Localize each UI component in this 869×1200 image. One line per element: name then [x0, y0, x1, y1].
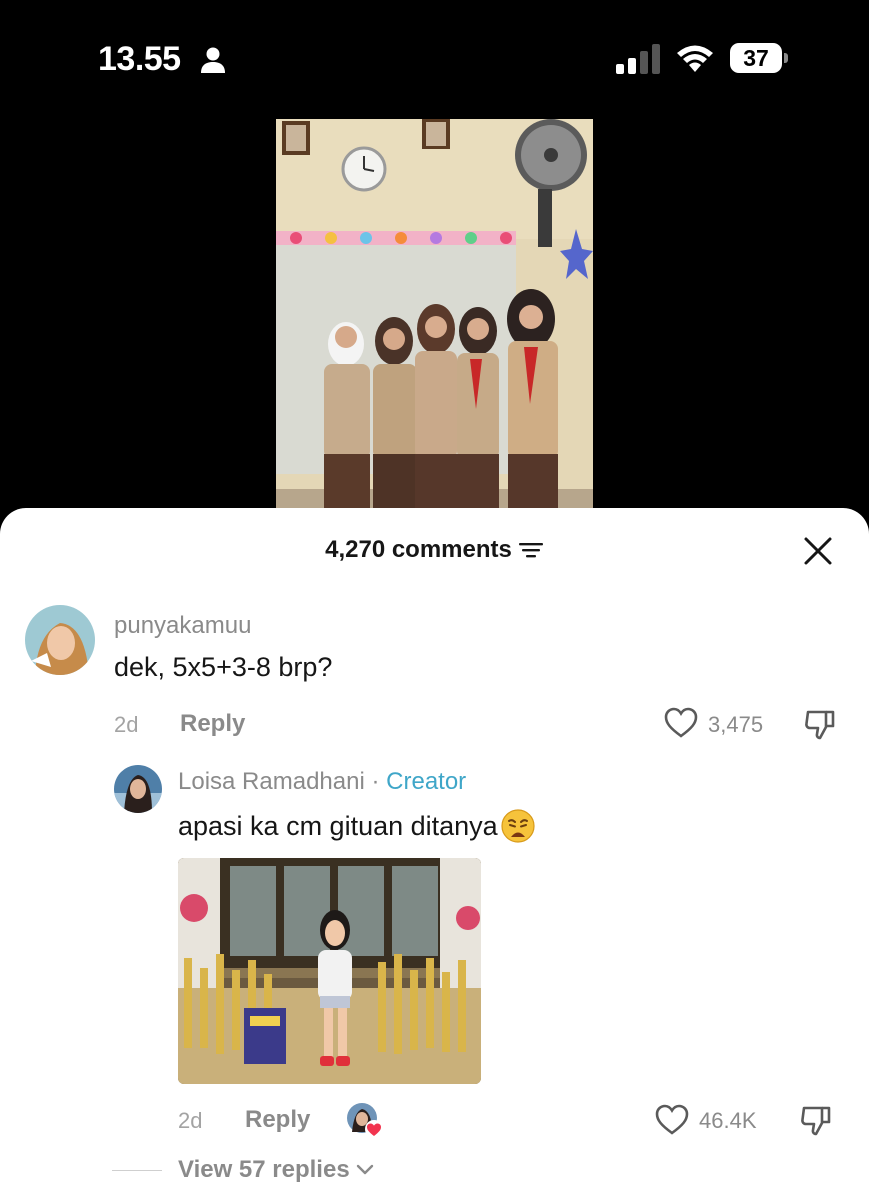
comments-sheet: 4,270 comments punyakamuu dek, 5x5+3-8 b…	[0, 508, 869, 1200]
person-icon	[201, 47, 225, 73]
filter-icon	[518, 543, 543, 558]
reply-username[interactable]: Loisa Ramadhani	[178, 768, 365, 795]
like-count: 46.4K	[699, 1108, 757, 1133]
divider	[112, 1169, 162, 1171]
avatar[interactable]	[25, 605, 95, 675]
creator-liked-avatar	[346, 1102, 383, 1138]
dislike-icon[interactable]	[804, 708, 836, 740]
chevron-down-icon	[356, 1164, 373, 1175]
comment-count: 4,270 comments	[325, 536, 512, 563]
reply-text: apasi ka cm gituan ditanya	[178, 810, 498, 841]
view-replies-button[interactable]: View 57 replies	[112, 1156, 374, 1184]
heart-icon[interactable]	[655, 1104, 689, 1136]
comments-header: 4,270 comments	[0, 536, 869, 566]
reply-text-row: apasi ka cm gituan ditanya	[178, 808, 536, 844]
reply-button[interactable]: Reply	[180, 710, 245, 738]
avatar[interactable]	[114, 765, 162, 813]
like-count: 3,475	[708, 712, 764, 737]
comment-text: dek, 5x5+3-8 brp?	[114, 652, 333, 682]
close-icon[interactable]	[803, 536, 833, 566]
creator-badge: Creator	[386, 768, 467, 795]
reply-photo[interactable]	[178, 858, 481, 1084]
reply-button[interactable]: Reply	[245, 1106, 310, 1134]
signal-icon	[616, 44, 660, 74]
reply-time: 2d	[178, 1108, 203, 1133]
dislike-icon[interactable]	[800, 1104, 832, 1136]
status-bar: 13.55 37	[0, 0, 869, 110]
reply-header: Loisa Ramadhani · Creator	[178, 768, 466, 796]
comment-username[interactable]: punyakamuu	[114, 612, 251, 640]
weary-face-icon	[501, 809, 535, 843]
status-time: 13.55	[98, 40, 181, 78]
comment-sort-button[interactable]: 4,270 comments	[325, 536, 544, 564]
comment-time: 2d	[114, 712, 139, 737]
view-replies-label: View 57 replies	[178, 1156, 350, 1183]
battery-percent: 37	[743, 45, 769, 71]
heart-icon[interactable]	[664, 707, 698, 739]
video-frame-image	[276, 119, 593, 519]
name-separator: ·	[371, 768, 380, 795]
video-preview[interactable]	[276, 119, 593, 519]
battery-indicator: 37	[730, 43, 788, 73]
wifi-icon	[677, 45, 713, 72]
